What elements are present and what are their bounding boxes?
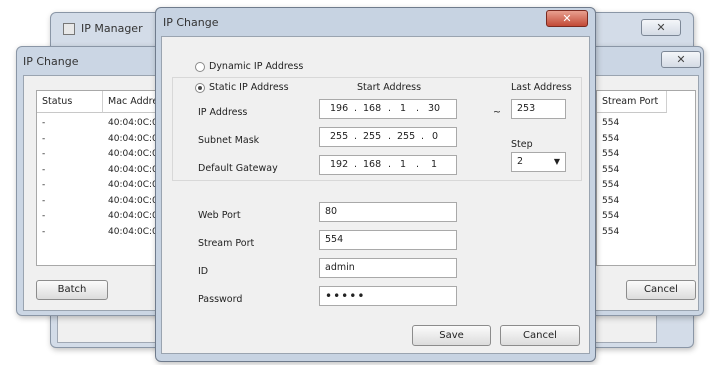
step-value: 2 [517, 156, 524, 167]
right-cancel-button[interactable]: Cancel [626, 280, 696, 300]
gateway-dot: . [416, 159, 420, 170]
web-port-input[interactable]: 80 [319, 202, 457, 222]
default-gateway-input[interactable]: 192 . 168 . 1 . 1 [319, 155, 457, 175]
left-dialog-title: IP Change [23, 55, 79, 68]
stream-port-label: Stream Port [198, 238, 255, 249]
mac-cell: 40:04:0C:0 [108, 118, 158, 128]
dynamic-ip-radio[interactable] [195, 62, 205, 72]
main-dialog-title: IP Change [163, 16, 219, 29]
status-cell: - [42, 180, 46, 190]
status-cell: - [42, 118, 46, 128]
stream-port-table: Stream Port 554 554 554 554 554 554 554 554 [596, 90, 696, 266]
save-button-label: Save [439, 330, 464, 341]
gateway-dot: . [354, 159, 358, 170]
mac-cell: 40:04:0C:0 [108, 133, 158, 144]
last-address-header: Last Address [511, 82, 572, 93]
stream-port-cell[interactable]: 554 [597, 209, 619, 224]
chevron-down-icon: ▼ [553, 157, 560, 166]
stream-port-cell[interactable]: 554 [597, 116, 619, 131]
ip-octet-1: 196 [330, 103, 349, 114]
last-address-input[interactable]: 253 [511, 99, 566, 119]
batch-button[interactable]: Batch [36, 280, 108, 300]
subnet-octet-2: 255 [363, 131, 382, 142]
main-ip-change-dialog: IP Change ✕ Dynamic IP Address Static IP… [155, 7, 596, 362]
mac-cell: 40:04:0C:0 [108, 211, 158, 221]
save-button[interactable]: Save [412, 325, 491, 346]
id-label: ID [198, 266, 209, 277]
subnet-dot: . [354, 131, 358, 142]
cancel-button-label: Cancel [523, 330, 557, 341]
gateway-octet-3: 1 [400, 159, 407, 170]
static-ip-radio[interactable] [195, 83, 205, 93]
password-input[interactable]: ••••• [319, 286, 457, 306]
gateway-dot: . [388, 159, 392, 170]
ip-dot: . [388, 103, 392, 114]
step-label: Step [511, 139, 533, 150]
right-dialog-pane: Stream Port 554 554 554 554 554 554 554 554 Can… [595, 75, 699, 311]
mac-cell: 40:04:0C:0 [108, 226, 158, 237]
gateway-octet-4: 1 [431, 159, 438, 170]
start-address-header: Start Address [357, 82, 422, 93]
close-icon: ✕ [656, 21, 666, 34]
batch-button-label: Batch [57, 284, 87, 295]
app-icon [63, 23, 75, 35]
static-ip-label: Static IP Address [209, 82, 289, 93]
subnet-mask-label: Subnet Mask [198, 135, 260, 146]
dynamic-ip-label: Dynamic IP Address [209, 61, 304, 72]
stream-port-cell[interactable]: 554 [597, 163, 619, 178]
right-dialog-close-button[interactable]: ✕ [661, 51, 701, 68]
status-column-header[interactable]: Status [37, 91, 103, 113]
ip-address-input[interactable]: 196 . 168 . 1 . 30 [319, 99, 457, 119]
ip-octet-2: 168 [363, 103, 382, 114]
status-cell: - [42, 164, 46, 175]
stream-port-cell[interactable]: 554 [597, 178, 619, 193]
ip-dot: . [416, 103, 420, 114]
status-cell: - [42, 211, 46, 221]
mac-cell: 40:04:0C:0 [108, 164, 158, 175]
id-input[interactable]: admin [319, 258, 457, 278]
status-cell: - [42, 133, 46, 144]
stream-port-cell[interactable]: 554 [597, 225, 619, 240]
right-cancel-label: Cancel [644, 284, 678, 295]
ip-manager-close-button[interactable]: ✕ [641, 19, 681, 36]
close-icon: ✕ [676, 53, 686, 66]
stream-port-input[interactable]: 554 [319, 230, 457, 250]
ip-octet-3: 1 [400, 103, 407, 114]
step-select[interactable]: 2 ▼ [511, 152, 566, 172]
stream-port-cell[interactable]: 554 [597, 194, 619, 209]
stream-port-cell[interactable]: 554 [597, 132, 619, 147]
right-ip-change-dialog: ✕ Stream Port 554 554 554 554 554 554 554 554 C… [590, 46, 704, 316]
cancel-button[interactable]: Cancel [500, 325, 580, 346]
stream-port-cell[interactable]: 554 [597, 147, 619, 162]
status-cell: - [42, 226, 46, 237]
mac-cell: 40:04:0C:0 [108, 180, 158, 190]
close-icon: ✕ [562, 12, 572, 25]
ip-address-label: IP Address [198, 107, 248, 118]
ip-octet-4: 30 [428, 103, 441, 114]
ip-manager-title: IP Manager [81, 22, 143, 35]
subnet-mask-input[interactable]: 255 . 255 . 255 . 0 [319, 127, 457, 147]
stream-port-column-header[interactable]: Stream Port [597, 91, 667, 113]
subnet-dot: . [421, 131, 425, 142]
subnet-octet-3: 255 [397, 131, 416, 142]
mac-cell: 40:04:0C:0 [108, 149, 158, 159]
status-cell: - [42, 195, 46, 206]
gateway-octet-1: 192 [330, 159, 349, 170]
range-tilde: ~ [493, 107, 501, 118]
web-port-label: Web Port [198, 210, 241, 221]
main-dialog-pane: Dynamic IP Address Static IP Address Sta… [161, 36, 590, 354]
password-label: Password [198, 294, 243, 305]
main-dialog-close-button[interactable]: ✕ [546, 10, 588, 27]
default-gateway-label: Default Gateway [198, 163, 278, 174]
subnet-octet-1: 255 [330, 131, 349, 142]
status-cell: - [42, 149, 46, 159]
gateway-octet-2: 168 [363, 159, 382, 170]
mac-cell: 40:04:0C:0 [108, 195, 158, 206]
subnet-dot: . [388, 131, 392, 142]
ip-dot: . [354, 103, 358, 114]
subnet-octet-4: 0 [432, 131, 439, 142]
